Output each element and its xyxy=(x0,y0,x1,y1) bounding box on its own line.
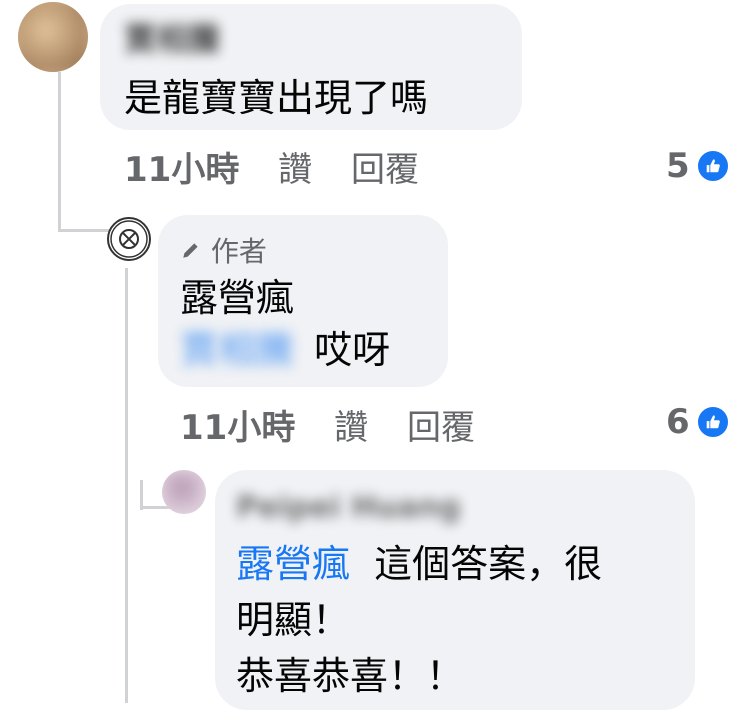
page-avatar[interactable] xyxy=(107,217,151,261)
comment-timestamp[interactable]: 11小時 xyxy=(124,150,239,190)
comment-text: 哎呀 xyxy=(314,328,391,372)
mention-link[interactable]: 露營瘋 xyxy=(236,542,350,586)
comment-author-name[interactable]: Peipei Huang xyxy=(236,490,461,525)
comment-meta-2: 11小時 讚 回覆 xyxy=(180,400,475,449)
like-button[interactable]: 讚 xyxy=(278,150,312,190)
reply-button[interactable]: 回覆 xyxy=(407,408,475,448)
thread-line-main xyxy=(58,72,61,232)
reaction-count[interactable]: 6 xyxy=(666,402,730,442)
author-badge: 作者 xyxy=(180,230,267,270)
comment-timestamp[interactable]: 11小時 xyxy=(180,408,295,448)
like-button[interactable]: 讚 xyxy=(334,408,368,448)
pencil-icon xyxy=(180,235,202,268)
comment-text: 是龍寶寶出現了嗎 xyxy=(124,76,429,120)
comment-text-line: 恭喜恭喜！！ xyxy=(236,654,465,698)
thread-line-sub xyxy=(125,268,128,703)
camp-logo-icon xyxy=(110,220,148,258)
author-badge-label: 作者 xyxy=(210,235,267,268)
avatar[interactable] xyxy=(162,470,206,514)
comment-text-line: 賈相騰 哎呀 xyxy=(180,326,390,374)
comment-text: 這個答案，很 xyxy=(374,542,603,586)
thread-line-branch xyxy=(58,229,110,232)
comment-author-name[interactable]: 露營瘋 xyxy=(180,274,294,322)
comment-author-name[interactable]: 賈相騰 xyxy=(124,14,220,60)
reaction-number: 5 xyxy=(666,146,690,186)
reaction-number: 6 xyxy=(666,402,690,442)
mention-link[interactable]: 賈相騰 xyxy=(180,326,294,374)
like-reaction-icon xyxy=(695,149,730,183)
comment-meta-1: 11小時 讚 回覆 xyxy=(124,142,419,191)
reaction-count[interactable]: 5 xyxy=(666,146,730,186)
avatar[interactable] xyxy=(18,2,88,72)
reply-button[interactable]: 回覆 xyxy=(351,150,419,190)
comment-text-line: 明顯！ xyxy=(236,598,351,642)
like-reaction-icon xyxy=(695,405,730,439)
comment-text-line: 露營瘋 這個答案，很 xyxy=(236,540,602,588)
